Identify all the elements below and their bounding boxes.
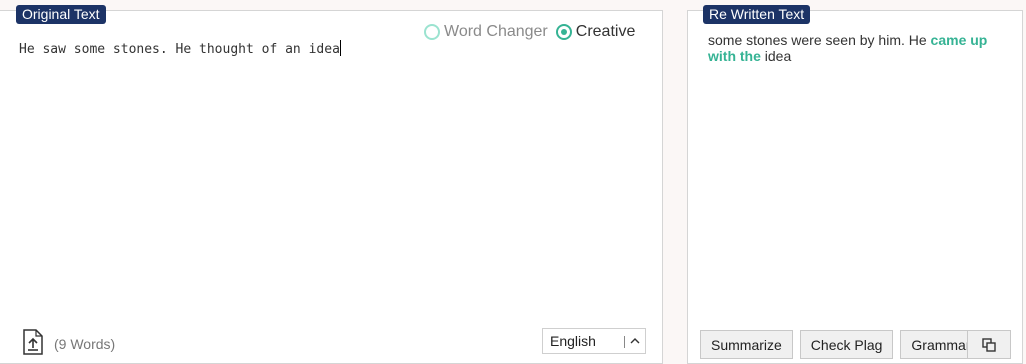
rewritten-text-label: Re Written Text (703, 5, 811, 24)
text-caret (339, 40, 341, 56)
creative-radio[interactable]: Creative (555, 23, 636, 41)
check-plag-button[interactable]: Check Plag (799, 330, 894, 359)
copy-icon (982, 337, 996, 352)
word-count: (9 Words) (54, 336, 116, 352)
output-text-after: idea (760, 48, 792, 64)
language-select[interactable]: English (542, 328, 646, 354)
radio-checked-icon (555, 24, 572, 40)
action-buttons: Summarize Check Plag Grammar (700, 330, 982, 359)
chevron-up-icon (630, 338, 640, 344)
word-changer-label: Word Changer (444, 23, 548, 40)
creative-label: Creative (575, 23, 636, 40)
original-text-label: Original Text (16, 5, 106, 24)
summarize-button[interactable]: Summarize (700, 330, 793, 359)
radio-circle-icon (424, 24, 440, 40)
word-changer-radio[interactable]: Word Changer (424, 23, 548, 41)
upload-icon[interactable] (22, 329, 44, 355)
original-text-panel: Original Text Word Changer Creative He s… (0, 5, 663, 364)
rewritten-text-panel: Re Written Text some stones were seen by… (687, 5, 1023, 364)
output-text-before: some stones were seen by him. He (708, 32, 931, 48)
select-divider (624, 336, 625, 348)
original-text-content: He saw some stones. He thought of an ide… (19, 42, 340, 57)
language-value: English (550, 333, 596, 349)
mode-selector: Word Changer Creative (424, 23, 643, 41)
rewritten-text-output[interactable]: some stones were seen by him. He came up… (708, 32, 1008, 64)
original-text-input[interactable]: He saw some stones. He thought of an ide… (19, 40, 639, 310)
copy-button[interactable] (967, 330, 1011, 359)
